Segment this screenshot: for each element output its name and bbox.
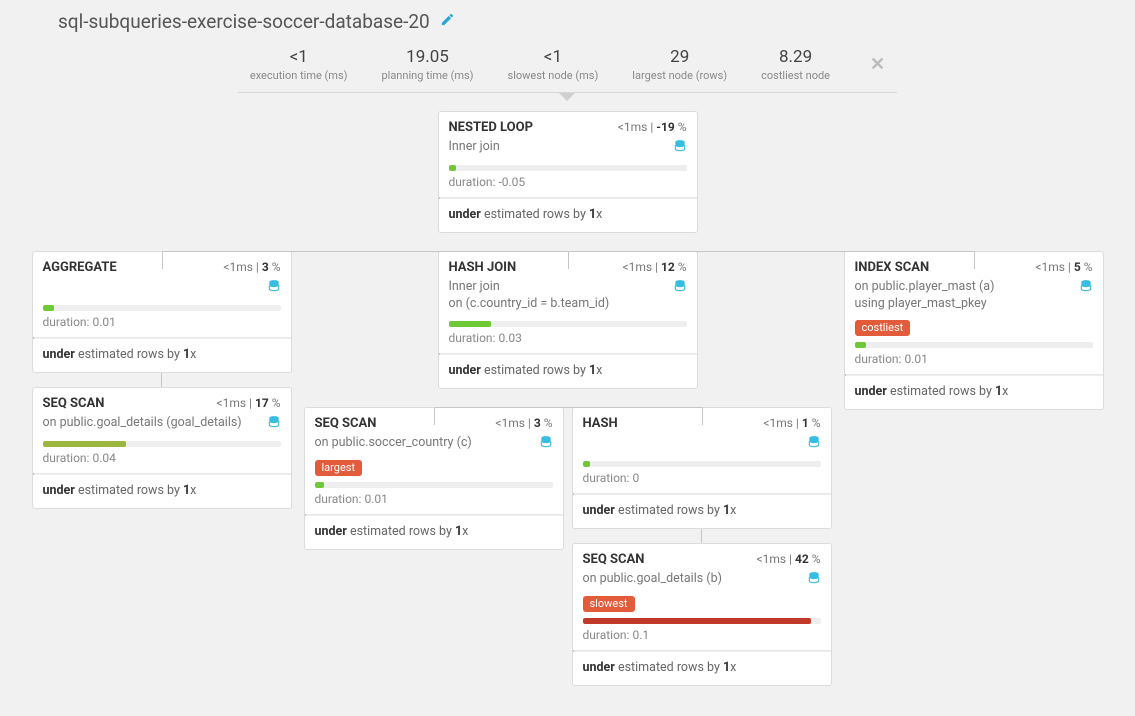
page-title: sql-subqueries-exercise-soccer-database-… [58,10,430,33]
node-seqscan-goal-details-b[interactable]: SEQ SCAN <1ms | 42 % on public.goal_deta… [572,543,832,686]
node-title: NESTED LOOP [449,120,533,135]
stat-largest-node: 29 largest node (rows) [632,47,727,82]
duration-text: duration: -0.05 [439,173,697,197]
stat-planning-time: 19.05 planning time (ms) [381,47,473,82]
database-icon[interactable] [267,415,281,433]
database-icon[interactable] [267,279,281,297]
node-hash[interactable]: HASH <1ms | 1 % duration: 0 [572,407,832,529]
stat-costliest-node: 8.29 costliest node [761,47,830,82]
database-icon[interactable] [673,139,687,157]
edit-icon[interactable] [440,12,455,31]
node-aggregate[interactable]: AGGREGATE <1ms | 3 % duration: 0.01 [32,251,292,373]
node-seqscan-goal-details[interactable]: SEQ SCAN <1ms | 17 % on public.goal_deta… [32,387,292,509]
badge-costliest: costliest [855,320,911,336]
node-seqscan-soccer-country[interactable]: SEQ SCAN <1ms | 3 % on public.soccer_cou… [304,407,564,550]
node-subtitle: Inner join [449,139,665,156]
badge-largest: largest [315,460,363,476]
stats-bar: <1 execution time (ms) 19.05 planning ti… [238,43,897,93]
close-icon[interactable]: ✕ [870,54,885,75]
database-icon[interactable] [539,435,553,453]
estimate-text: under estimated rows by 1x [439,199,697,232]
node-index-scan[interactable]: INDEX SCAN <1ms | 5 % on public.player_m… [844,251,1104,410]
database-icon[interactable] [1079,279,1093,297]
badge-slowest: slowest [583,596,635,612]
database-icon[interactable] [807,435,821,453]
node-nested-loop[interactable]: NESTED LOOP <1ms | -19 % Inner join dura… [438,111,698,233]
stat-execution-time: <1 execution time (ms) [250,47,348,82]
duration-bar [449,165,687,171]
node-hash-join[interactable]: HASH JOIN <1ms | 12 % Inner join on (c.c… [438,251,698,389]
node-metric: <1ms | -19 % [618,120,687,134]
stat-slowest-node: <1 slowest node (ms) [508,47,599,82]
database-icon[interactable] [673,279,687,297]
database-icon[interactable] [807,571,821,589]
